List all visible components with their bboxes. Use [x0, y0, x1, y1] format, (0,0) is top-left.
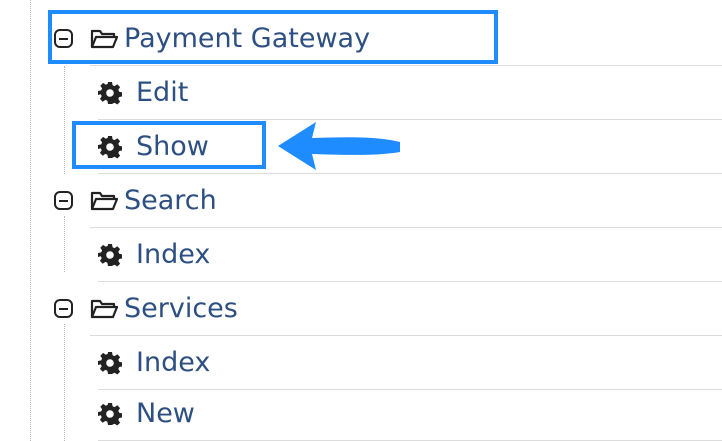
tree-guide-line [64, 66, 65, 174]
tree-node-label: Show [136, 131, 209, 162]
tree-node-label: Edit [136, 77, 189, 108]
gear-icon [98, 243, 122, 266]
folder-icon [90, 299, 118, 318]
tree-node-new[interactable]: New [98, 387, 722, 441]
gear-icon [98, 351, 122, 374]
tree-node-label: Services [124, 293, 238, 324]
gear-icon [98, 135, 122, 158]
gear-icon [98, 81, 122, 104]
tree-node-show[interactable]: Show [98, 120, 722, 174]
tree-guide-line [64, 324, 65, 441]
callout-arrow-icon [278, 122, 400, 170]
tree-view: Payment Gateway Edit Show Search Index S… [0, 0, 722, 441]
tree-node-index[interactable]: Index [98, 336, 722, 390]
tree-node-payment-gateway[interactable]: Payment Gateway [54, 12, 722, 66]
tree-node-label: Payment Gateway [124, 23, 371, 54]
tree-guide-line [30, 0, 31, 441]
gear-icon [98, 402, 122, 425]
collapse-toggle-icon[interactable] [54, 191, 73, 210]
tree-node-index[interactable]: Index [98, 228, 722, 282]
tree-node-edit[interactable]: Edit [98, 66, 722, 120]
tree-node-label: Index [136, 347, 211, 378]
tree-guide-line [64, 216, 65, 272]
tree-node-label: New [136, 398, 195, 429]
tree-node-label: Search [124, 185, 217, 216]
tree-node-services[interactable]: Services [54, 282, 722, 336]
folder-icon [90, 191, 118, 210]
tree-node-label: Index [136, 239, 211, 270]
folder-icon [90, 29, 118, 48]
tree-node-search[interactable]: Search [54, 174, 722, 228]
collapse-toggle-icon[interactable] [54, 29, 73, 48]
collapse-toggle-icon[interactable] [54, 299, 73, 318]
